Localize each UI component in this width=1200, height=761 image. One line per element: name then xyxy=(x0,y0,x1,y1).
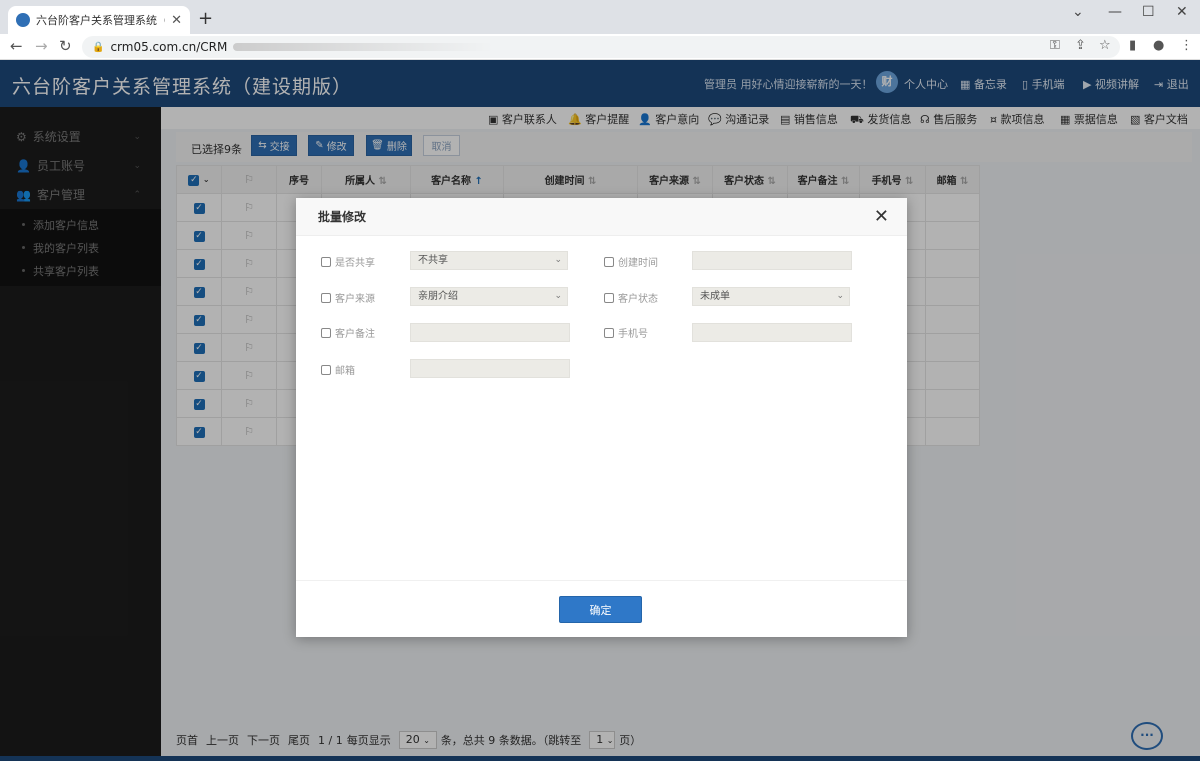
created-checkbox-label[interactable]: 创建时间 xyxy=(604,254,658,269)
browser-tab[interactable]: 六台阶客户关系管理系统（建设期 ✕ xyxy=(8,6,190,34)
reload-icon[interactable]: ↻ xyxy=(59,37,72,55)
field-label-text: 客户备注 xyxy=(335,329,375,340)
lock-icon: 🔒 xyxy=(92,41,105,53)
tab-title: 六台阶客户关系管理系统（建设期 xyxy=(36,14,165,27)
phone-input[interactable] xyxy=(692,323,852,342)
share-checkbox[interactable] xyxy=(321,256,331,267)
remark-checkbox-label[interactable]: 客户备注 xyxy=(321,325,375,340)
field-label-text: 客户状态 xyxy=(618,294,658,305)
share-value: 不共享 xyxy=(418,255,448,266)
close-window-icon[interactable]: ✕ xyxy=(1176,4,1188,20)
share-icon[interactable]: ⇪ xyxy=(1075,38,1086,53)
profile-icon[interactable]: ● xyxy=(1153,38,1164,53)
modal-footer: 确定 xyxy=(296,580,907,637)
favicon-icon xyxy=(16,13,30,27)
share-select[interactable]: 不共享 ⌄ xyxy=(410,251,568,270)
source-checkbox[interactable] xyxy=(321,292,331,303)
chevron-down-icon: ⌄ xyxy=(554,291,562,301)
forward-icon[interactable]: → xyxy=(35,37,48,55)
batch-edit-modal: 批量修改 ✕ 是否共享 不共享 ⌄ 创建时间 客户来源 亲朋介绍 ⌄ 客户状态 未成… xyxy=(296,198,907,637)
chevron-down-icon: ⌄ xyxy=(554,255,562,265)
phone-checkbox-label[interactable]: 手机号 xyxy=(604,325,648,340)
new-tab-button[interactable]: + xyxy=(198,8,213,29)
modal-title: 批量修改 xyxy=(296,198,907,236)
field-label-text: 客户来源 xyxy=(335,294,375,305)
browser-tabstrip: 六台阶客户关系管理系统（建设期 ✕ + ⌄ — ☐ ✕ xyxy=(0,0,1200,34)
close-icon[interactable]: ✕ xyxy=(874,206,889,227)
status-checkbox-label[interactable]: 客户状态 xyxy=(604,290,658,305)
sidepanel-icon[interactable]: ▮ xyxy=(1129,38,1136,53)
created-time-input[interactable] xyxy=(692,251,852,270)
remark-input[interactable] xyxy=(410,323,570,342)
email-checkbox[interactable] xyxy=(321,364,331,375)
back-icon[interactable]: ← xyxy=(10,37,23,55)
menu-icon[interactable]: ⋮ xyxy=(1180,38,1193,53)
status-value: 未成单 xyxy=(700,291,730,302)
share-checkbox-label[interactable]: 是否共享 xyxy=(321,254,375,269)
maximize-icon[interactable]: ☐ xyxy=(1142,4,1155,20)
confirm-button[interactable]: 确定 xyxy=(559,596,642,623)
status-checkbox[interactable] xyxy=(604,292,614,303)
field-label-text: 邮箱 xyxy=(335,366,355,377)
source-value: 亲朋介绍 xyxy=(418,291,458,302)
chevron-down-icon: ⌄ xyxy=(836,291,844,301)
field-label-text: 是否共享 xyxy=(335,258,375,269)
email-input[interactable] xyxy=(410,359,570,378)
chevron-down-icon[interactable]: ⌄ xyxy=(1072,4,1084,20)
minimize-icon[interactable]: — xyxy=(1108,4,1122,20)
remark-checkbox[interactable] xyxy=(321,327,331,338)
close-tab-icon[interactable]: ✕ xyxy=(171,13,182,28)
star-icon[interactable]: ☆ xyxy=(1099,38,1111,53)
field-label-text: 手机号 xyxy=(618,329,648,340)
url-redacted xyxy=(233,43,494,51)
url-text: crm05.com.cn/CRM xyxy=(110,40,228,54)
email-checkbox-label[interactable]: 邮箱 xyxy=(321,362,355,377)
created-checkbox[interactable] xyxy=(604,256,614,267)
source-checkbox-label[interactable]: 客户来源 xyxy=(321,290,375,305)
key-icon[interactable]: ⚿ xyxy=(1050,38,1060,53)
address-bar[interactable]: 🔒 crm05.com.cn/CRM xyxy=(82,36,1120,58)
status-select[interactable]: 未成单 ⌄ xyxy=(692,287,850,306)
phone-checkbox[interactable] xyxy=(604,327,614,338)
source-select[interactable]: 亲朋介绍 ⌄ xyxy=(410,287,568,306)
field-label-text: 创建时间 xyxy=(618,258,658,269)
browser-toolbar: ← → ↻ 🔒 crm05.com.cn/CRM ⚿ ⇪ ☆ ▮ ● ⋮ xyxy=(0,34,1200,60)
